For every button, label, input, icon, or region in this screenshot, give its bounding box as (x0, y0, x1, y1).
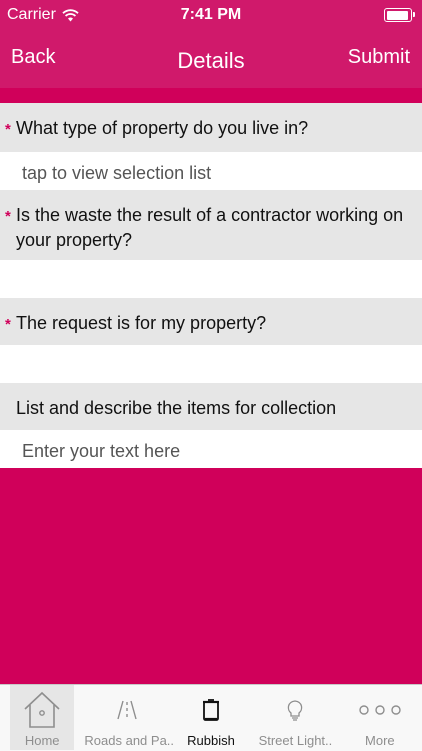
navigation-bar: Back Details Submit (0, 30, 422, 88)
status-time: 7:41 PM (180, 6, 242, 23)
battery-icon (384, 8, 415, 22)
question-property-type: * What type of property do you live in? (0, 103, 422, 152)
more-dots-icon (359, 705, 401, 715)
tab-label: Home (24, 733, 60, 748)
tab-more[interactable]: More (338, 685, 422, 751)
tab-home[interactable]: Home (0, 685, 84, 751)
items-description-input[interactable]: Enter your text here (0, 430, 422, 468)
road-icon (116, 700, 137, 720)
property-type-select[interactable]: tap to view selection list (0, 152, 422, 190)
tab-label: Roads and Pa.. (84, 733, 175, 748)
required-mark: * (5, 208, 11, 225)
status-bar: Carrier 7:41 PM (0, 0, 422, 30)
question-contractor-waste: * Is the waste the result of a contracto… (0, 190, 422, 260)
question-label: List and describe the items for collecti… (16, 398, 337, 418)
required-mark: * (5, 316, 11, 333)
house-icon (24, 691, 60, 728)
bin-icon (203, 699, 220, 721)
question-my-property: * The request is for my property? (0, 298, 422, 345)
question-label: The request is for my property? (16, 313, 267, 333)
tab-label: Street Light.. (258, 733, 333, 748)
question-label: What type of property do you live in? (16, 118, 309, 138)
contractor-waste-answer[interactable] (0, 260, 422, 298)
tab-label: Rubbish (187, 733, 235, 748)
question-label: Is the waste the result of a contractor … (16, 205, 404, 250)
tab-rubbish[interactable]: Rubbish (169, 685, 253, 751)
tab-label: More (365, 733, 395, 748)
required-mark: * (5, 121, 11, 138)
question-items-description: List and describe the items for collecti… (0, 383, 422, 430)
tab-bar: Home Roads and Pa.. Rubbish Street Light… (0, 684, 422, 751)
submit-button[interactable]: Submit (348, 46, 410, 69)
details-form: * What type of property do you live in? … (0, 103, 422, 468)
my-property-answer[interactable] (0, 345, 422, 383)
tab-street-lights[interactable]: Street Light.. (253, 685, 337, 751)
tab-roads[interactable]: Roads and Pa.. (84, 685, 175, 751)
lightbulb-icon (288, 700, 303, 721)
